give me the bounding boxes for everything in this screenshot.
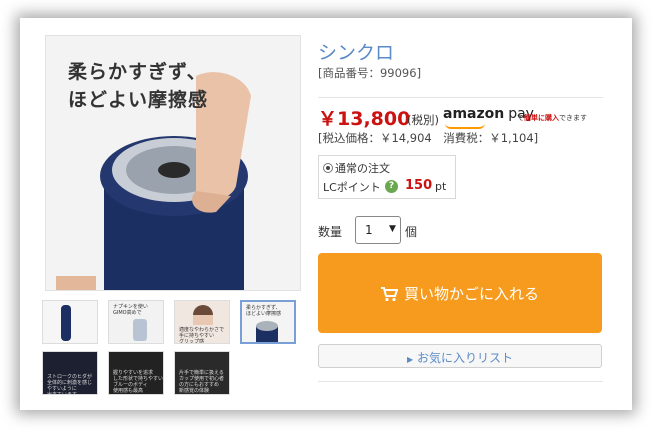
wishlist-label: お気に入りリスト: [416, 351, 513, 365]
help-icon[interactable]: ?: [385, 180, 398, 193]
amazon-pay-brand: amazon: [443, 106, 505, 122]
quantity-select[interactable]: 1 ▼: [355, 216, 401, 244]
thumbnail-1[interactable]: [42, 300, 98, 344]
main-product-image[interactable]: 柔らかすぎず、 ほどよい摩擦感: [45, 35, 301, 291]
tax-detail: [税込価格：￥14,904 消費税：￥1,104]: [318, 131, 539, 145]
thumbnail-5-text: ストロークのヒダが 全体的に刺激を感じ やすいように 出来ています: [47, 374, 93, 395]
wishlist-button[interactable]: ▶ お気に入りリスト: [318, 344, 602, 368]
lc-points-unit: pt: [435, 180, 447, 193]
amazon-note-prefix: で: [517, 114, 524, 122]
amazon-note-emphasis: 簡単に購入: [524, 114, 559, 122]
thumbnail-4[interactable]: 柔らかすぎず、 ほどよい摩擦感: [240, 300, 296, 344]
add-to-cart-button[interactable]: 買い物かごに入れる: [318, 253, 602, 333]
product-sku: [商品番号：99096]: [318, 66, 422, 80]
thumbnail-5[interactable]: ストロークのヒダが 全体的に刺激を感じ やすいように 出来ています: [42, 351, 98, 395]
amazon-pay-note: で簡単に購入できます: [517, 113, 587, 123]
quantity-label: 数量: [318, 225, 343, 239]
caption-line-1: 柔らかすぎず、: [68, 61, 207, 83]
thumbnail-3[interactable]: 適度なやわらかさで 手に持ちやすい グリップ感: [174, 300, 230, 344]
chevron-down-icon: ▼: [389, 224, 396, 234]
quantity-value: 1: [365, 223, 373, 237]
thumbnail-7[interactable]: 片手で簡単に扱える カップ使用で初心者 の方にもおすすめ 新感覚の体験: [174, 351, 230, 395]
chevron-right-icon: ▶: [407, 355, 414, 364]
quantity-unit: 個: [405, 225, 418, 239]
product-price: ￥13,800: [318, 108, 411, 130]
amazon-smile-icon: [445, 123, 485, 129]
lc-points-label: LCポイント: [323, 181, 381, 194]
divider: [318, 97, 603, 98]
order-type-label: 通常の注文: [335, 162, 390, 175]
product-title: シンクロ: [318, 42, 395, 64]
thumbnail-6[interactable]: 握りやすいを追求 した形状で持ちやすい ブルーのボディ 使用感も最高: [108, 351, 164, 395]
tax-excluded-label: (税別): [407, 113, 439, 127]
thumbnail-2[interactable]: ナプキンを使い GIMO高めで: [108, 300, 164, 344]
amazon-note-suffix: できます: [559, 114, 587, 122]
caption-line-2: ほどよい摩擦感: [68, 89, 209, 111]
divider: [318, 381, 603, 382]
thumbnail-3-text: 適度なやわらかさで 手に持ちやすい グリップ感: [179, 327, 225, 344]
order-type-radio[interactable]: [323, 163, 333, 173]
order-options: 通常の注文 LCポイント ? 150 pt: [318, 155, 456, 199]
add-to-cart-label: 買い物かごに入れる: [404, 285, 540, 303]
cart-icon: [381, 286, 398, 301]
thumbnail-7-text: 片手で簡単に扱える カップ使用で初心者 の方にもおすすめ 新感覚の体験: [179, 370, 225, 394]
image-caption: 柔らかすぎず、 ほどよい摩擦感: [68, 58, 208, 114]
lc-points-value: 150: [405, 178, 433, 193]
thumbnail-6-text: 握りやすいを追求 した形状で持ちやすい ブルーのボディ 使用感も最高: [113, 370, 164, 394]
product-panel: 柔らかすぎず、 ほどよい摩擦感 ナプキンを使い GIMO高めで 適度なやわらかさで…: [20, 18, 632, 410]
